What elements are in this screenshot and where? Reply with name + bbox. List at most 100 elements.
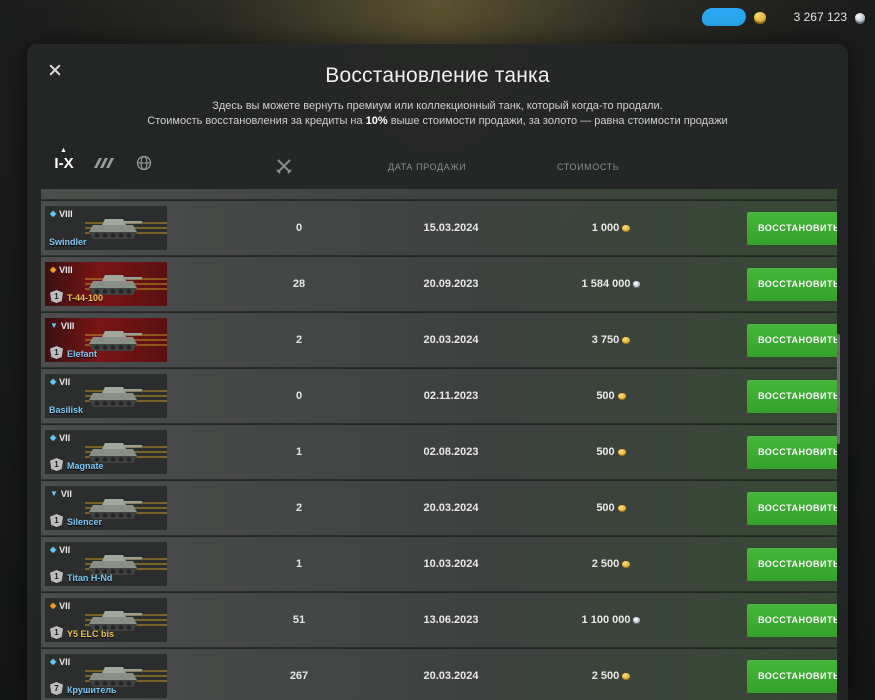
tank-name: Swindler	[49, 237, 87, 247]
battles-count: 1	[295, 558, 303, 570]
tank-name: Крушитель	[67, 685, 117, 695]
sort-caret-icon: ▲	[60, 146, 67, 154]
tier-label: ◆ VII	[50, 545, 70, 555]
restore-cost: 1 000	[551, 222, 671, 234]
tank-destroyer-class-icon: ▼	[50, 321, 58, 330]
tier-value: VIII	[59, 209, 73, 219]
battles-count: 2	[295, 502, 303, 514]
table-row: ▼ VIII 1 Elefant 2 20.03.2024 3 750 ВОСС…	[41, 313, 837, 368]
tank-thumbnail[interactable]: ◆ VII 1 Magnate	[45, 430, 167, 474]
tier-value: VIII	[60, 321, 75, 331]
credits-icon	[633, 281, 641, 287]
sale-date: 15.03.2024	[423, 222, 479, 234]
table-row: ◆ VII 1 Titan H-Nd 1 10.03.2024 2 500 ВО…	[41, 537, 837, 592]
dialog-title: Восстановление танка	[325, 64, 550, 87]
battles-count: 2	[295, 334, 303, 346]
credits-value: 3 267 123	[793, 10, 847, 24]
tier-label: ◆ VII	[50, 601, 70, 611]
tank-name: Silencer	[67, 517, 103, 527]
light-tank-class-icon: ◆	[50, 657, 57, 666]
battles-count: 267	[289, 670, 309, 682]
gold-icon	[622, 673, 631, 679]
tier-label: ▼ VIII	[50, 321, 74, 331]
cost-column-header[interactable]: СТОИМОСТЬ	[557, 162, 619, 172]
tank-thumbnail[interactable]: ▼ VII 1 Silencer	[45, 486, 167, 530]
sale-date: 02.08.2023	[423, 446, 479, 458]
sale-date: 20.09.2023	[423, 278, 479, 290]
gold-icon	[622, 337, 631, 343]
tank-thumbnail[interactable]: ◆ VII Basilisk	[45, 374, 167, 418]
restore-cost: 500	[551, 502, 671, 514]
tier-value: VII	[59, 377, 71, 387]
tank-name: Magnate	[67, 461, 104, 471]
restore-cost: 2 500	[551, 558, 671, 570]
percent-highlight: 10%	[365, 115, 388, 127]
tier-label: ◆ VII	[50, 433, 70, 443]
scrollbar[interactable]	[837, 334, 840, 444]
restore-cost: 500	[551, 446, 671, 458]
tank-name: Y5 ELC bis	[67, 629, 115, 639]
tier-value: VII	[60, 489, 72, 499]
restore-button[interactable]: ВОССТАНОВИТЬ	[747, 604, 837, 637]
battles-column-icon[interactable]	[276, 158, 292, 176]
tank-thumbnail[interactable]: ◆ VII 1 Titan H-Nd	[45, 542, 167, 586]
tank-list: ◆ VIII Swindler 0 15.03.2024 1 000 ВОССТ…	[41, 189, 837, 700]
tier-value: VII	[59, 601, 71, 611]
tank-image	[89, 387, 142, 407]
sale-date: 02.11.2023	[423, 390, 479, 402]
tier-label: ◆ VIII	[50, 209, 73, 219]
battles-count: 0	[295, 390, 303, 402]
tier-filter-label: I-X	[54, 154, 74, 172]
tier-label: ◆ VIII	[50, 265, 73, 275]
table-row-partial	[41, 189, 837, 200]
battles-count: 1	[295, 446, 303, 458]
filter-bar: ▲ I-X	[53, 147, 155, 172]
tank-thumbnail[interactable]: ▼ VIII 1 Elefant	[45, 318, 167, 362]
mastery-badge-icon: 1	[50, 514, 63, 527]
gold-icon	[622, 561, 631, 567]
table-row: ▼ VII 1 Silencer 2 20.03.2024 500 ВОССТА…	[41, 481, 837, 536]
battles-count: 28	[292, 278, 306, 290]
tank-thumbnail[interactable]: ◆ VII 1 Y5 ELC bis	[45, 598, 167, 642]
light-tank-class-icon: ◆	[50, 433, 57, 442]
nation-globe-icon[interactable]	[133, 154, 155, 172]
light-tank-class-icon: ◆	[50, 209, 57, 218]
sale-date: 20.03.2024	[423, 670, 479, 682]
tank-class-filter-icon[interactable]	[93, 154, 115, 172]
gold-icon	[617, 449, 626, 455]
light-tank-class-icon: ◆	[50, 377, 57, 386]
tank-destroyer-class-icon: ▼	[50, 489, 58, 498]
tank-name: Elefant	[67, 349, 98, 359]
restore-button[interactable]: ВОССТАНОВИТЬ	[747, 548, 837, 581]
tier-value: VII	[59, 657, 71, 667]
dialog-description: Здесь вы можете вернуть премиум или колл…	[27, 99, 848, 129]
tier-label: ◆ VII	[50, 377, 70, 387]
table-row: ◆ VII Basilisk 0 02.11.2023 500 ВОССТАНО…	[41, 369, 837, 424]
restore-button[interactable]: ВОССТАНОВИТЬ	[747, 660, 837, 693]
battles-count: 51	[292, 614, 306, 626]
tier-label: ▼ VII	[50, 489, 72, 499]
tank-thumbnail[interactable]: ◆ VIII Swindler	[45, 206, 167, 250]
sale-date: 20.03.2024	[423, 334, 479, 346]
table-row: ◆ VIII Swindler 0 15.03.2024 1 000 ВОССТ…	[41, 201, 837, 256]
restore-cost: 1 100 000	[551, 614, 671, 626]
tank-thumbnail[interactable]: ◆ VIII 1 T-44-100	[45, 262, 167, 306]
restore-button[interactable]: ВОССТАНОВИТЬ	[747, 492, 837, 525]
restore-button[interactable]: ВОССТАНОВИТЬ	[747, 212, 837, 245]
restore-button[interactable]: ВОССТАНОВИТЬ	[747, 324, 837, 357]
restore-button[interactable]: ВОССТАНОВИТЬ	[747, 380, 837, 413]
restore-button[interactable]: ВОССТАНОВИТЬ	[747, 268, 837, 301]
redacted-username	[699, 8, 748, 26]
currency-bar: 3 267 123	[699, 0, 875, 34]
heavy-tank-class-icon: ◆	[50, 601, 57, 610]
date-column-header[interactable]: ДАТА ПРОДАЖИ	[388, 162, 466, 172]
credits-icon	[633, 617, 641, 623]
mastery-badge-icon: 1	[50, 346, 63, 359]
tank-thumbnail[interactable]: ◆ VII 7 Крушитель	[45, 654, 167, 698]
restore-button[interactable]: ВОССТАНОВИТЬ	[747, 436, 837, 469]
table-row: ◆ VII 1 Y5 ELC bis 51 13.06.2023 1 100 0…	[41, 593, 837, 648]
mastery-badge-icon: 1	[50, 458, 63, 471]
tier-filter[interactable]: ▲ I-X	[53, 147, 75, 172]
restore-cost: 1 584 000	[551, 278, 671, 290]
restore-cost: 2 500	[551, 670, 671, 682]
